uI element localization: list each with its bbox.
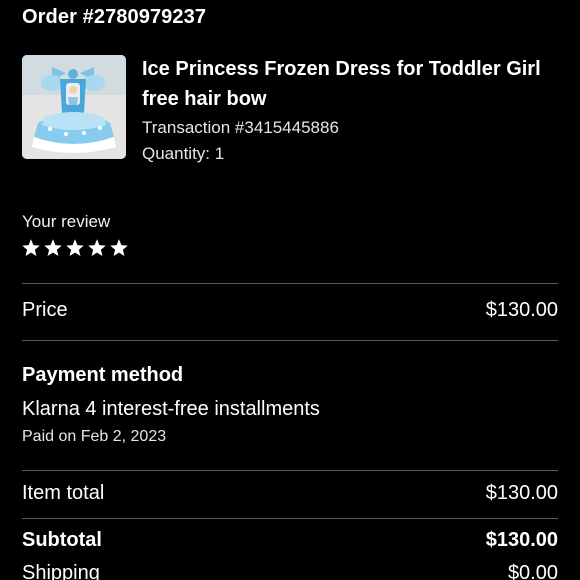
star-icon [44, 239, 62, 256]
shipping-value: $0.00 [507, 562, 558, 580]
product-thumbnail[interactable] [22, 55, 126, 159]
dress-image [22, 55, 126, 159]
transaction-number: Transaction #3415445886 [142, 118, 339, 137]
star-icon [88, 239, 106, 256]
star-icon [110, 239, 128, 256]
divider [22, 283, 558, 284]
review-label: Your review [22, 212, 111, 231]
paid-on-date: Paid on Feb 2, 2023 [22, 428, 167, 445]
quantity-text: Quantity: 1 [142, 144, 225, 163]
price-value: $130.00 [485, 299, 558, 321]
product-title[interactable]: Ice Princess Frozen Dress for Toddler Gi… [142, 54, 552, 114]
shipping-label: Shipping [22, 562, 100, 580]
item-total-value: $130.00 [485, 482, 558, 504]
divider [22, 470, 558, 471]
star-icon [22, 239, 40, 256]
review-stars [21, 238, 129, 258]
item-total-label: Item total [22, 482, 105, 504]
price-label: Price [22, 299, 68, 321]
payment-method-value: Klarna 4 interest-free installments [22, 398, 320, 420]
subtotal-label: Subtotal [22, 529, 102, 551]
divider [22, 518, 558, 519]
order-title: Order #2780979237 [22, 6, 207, 28]
divider [22, 340, 558, 341]
payment-method-heading: Payment method [22, 364, 184, 386]
star-icon [66, 239, 84, 256]
subtotal-value: $130.00 [485, 529, 558, 551]
